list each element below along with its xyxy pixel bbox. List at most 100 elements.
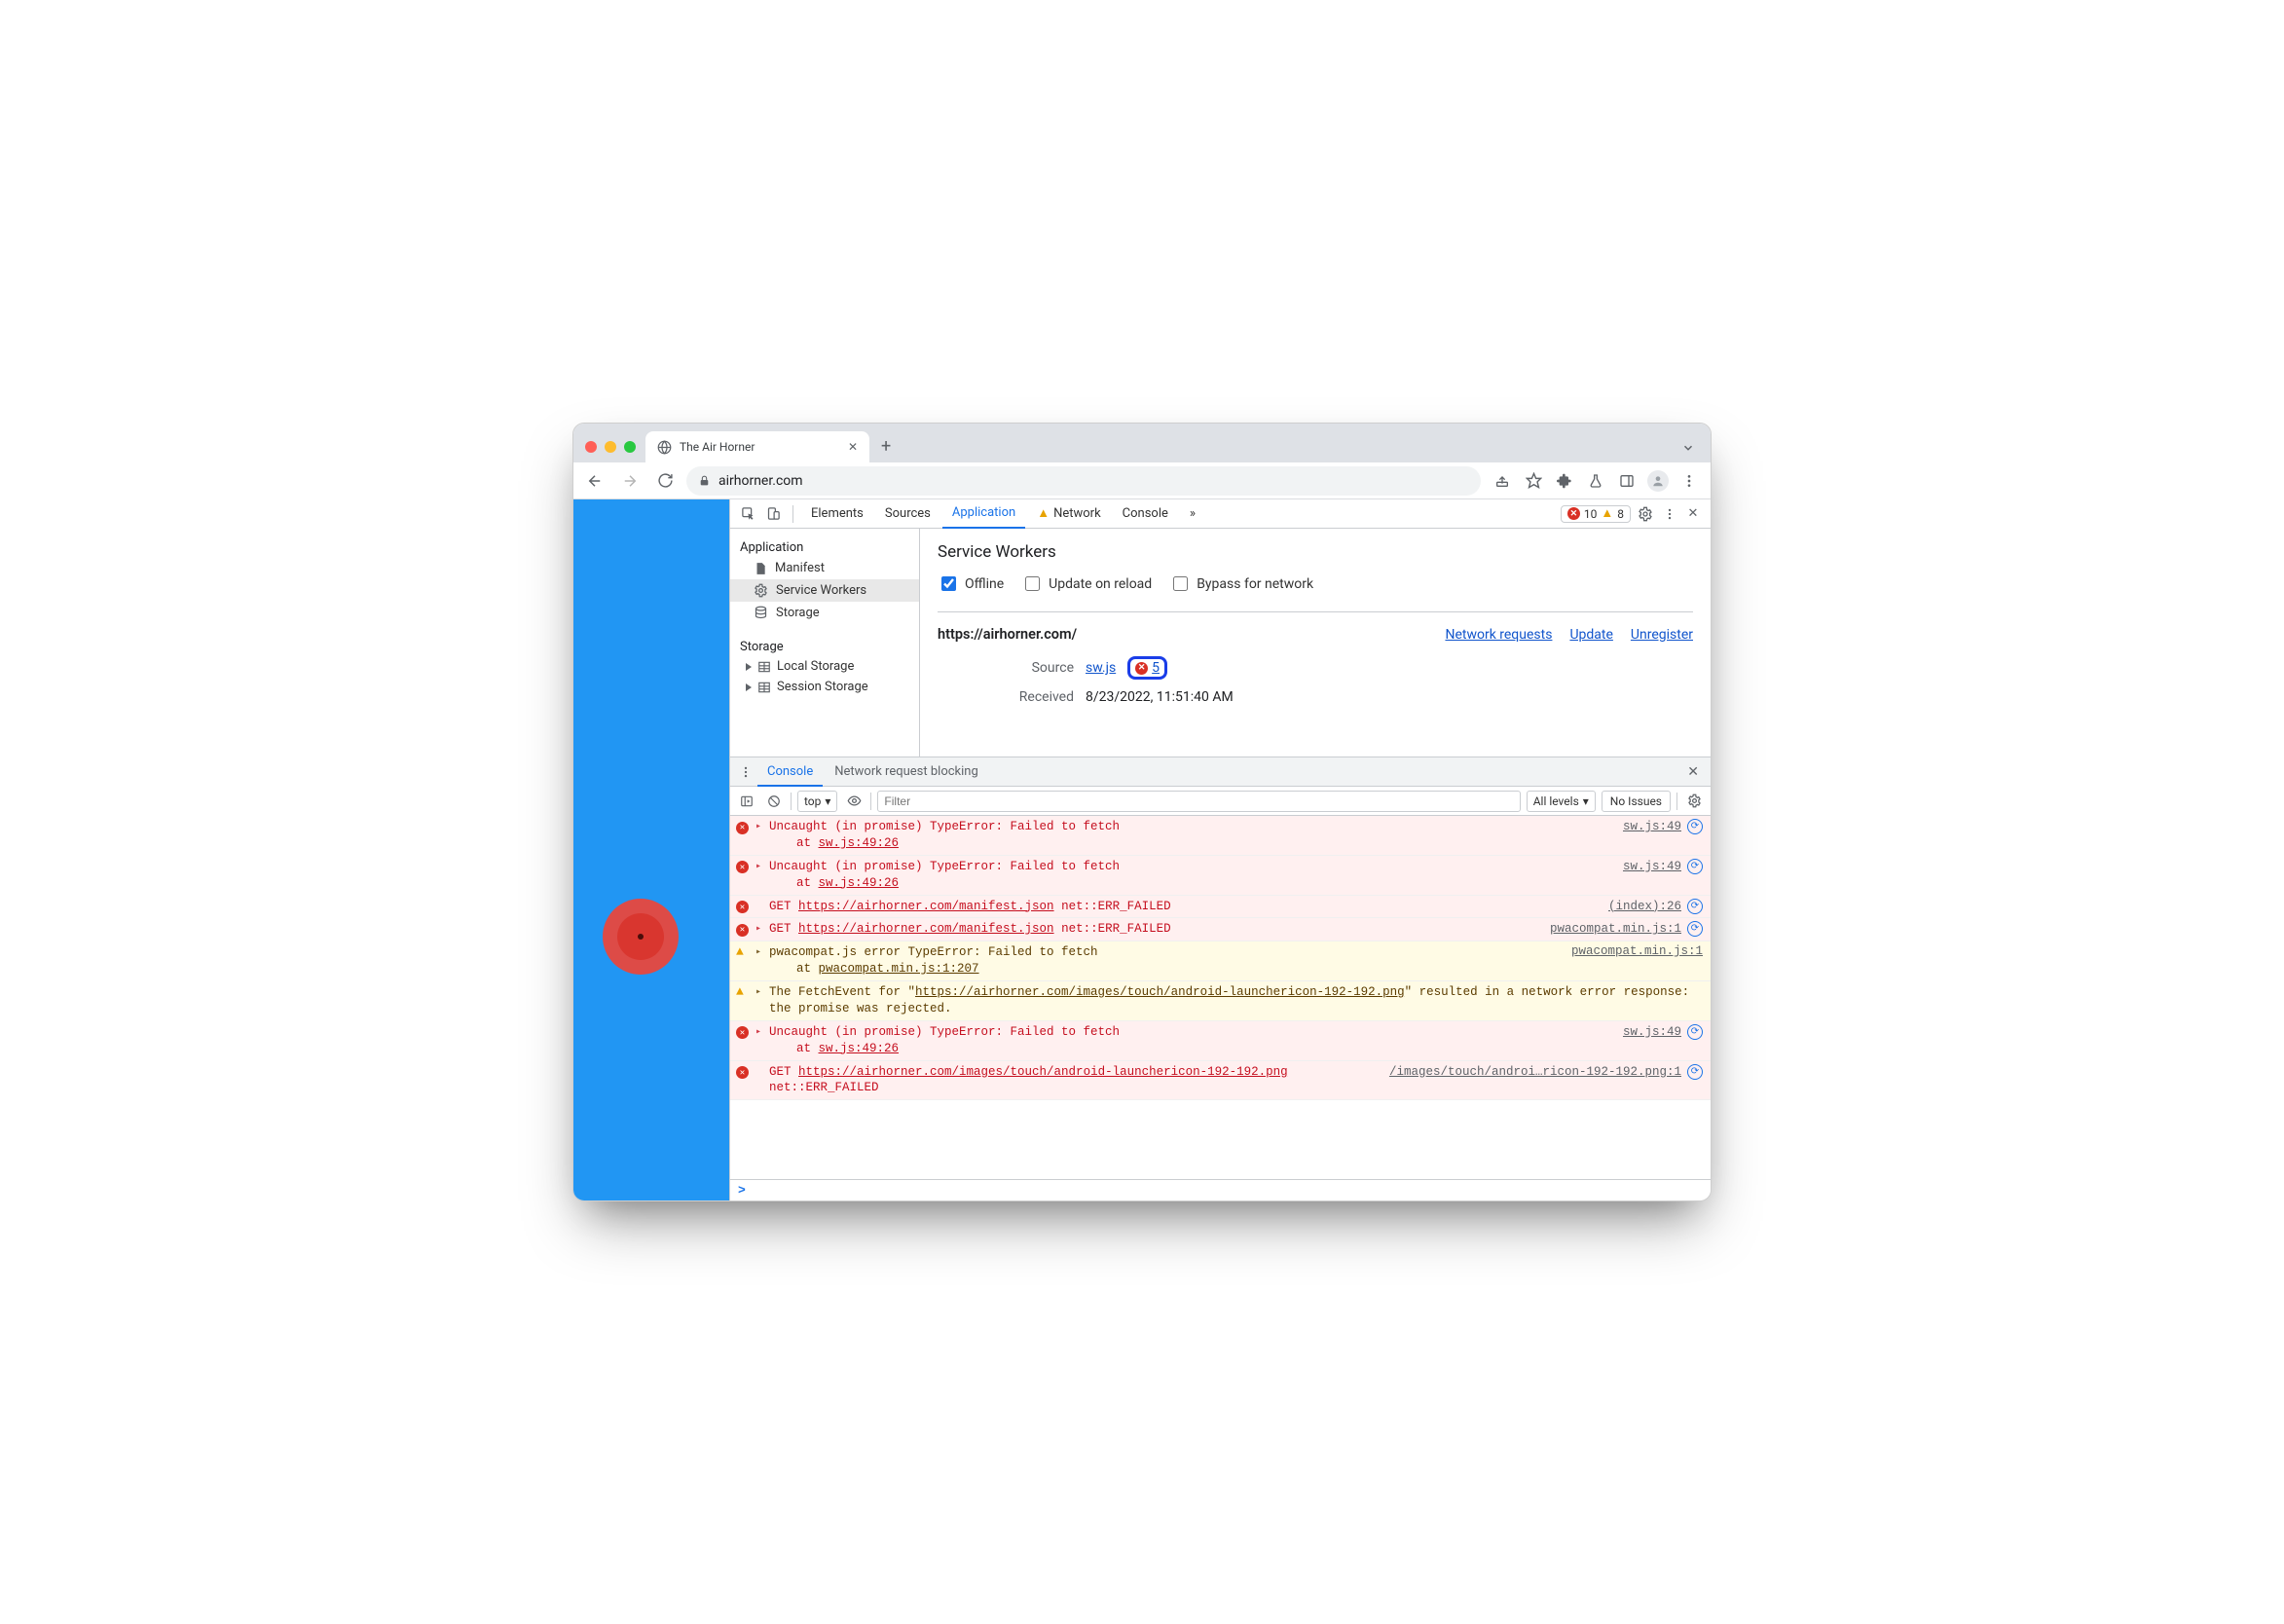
console-settings-icon[interactable]	[1683, 791, 1705, 812]
console-log[interactable]: ✕▸Uncaught (in promise) TypeError: Faile…	[730, 816, 1711, 1179]
tab-elements[interactable]: Elements	[801, 499, 873, 529]
back-button[interactable]	[581, 467, 608, 495]
drawer-tab-console[interactable]: Console	[757, 757, 823, 787]
sw-error-badge[interactable]: ✕ 5	[1127, 656, 1167, 680]
browser-tab[interactable]: The Air Horner ✕	[645, 431, 869, 462]
refresh-icon[interactable]: ⟳	[1687, 899, 1703, 914]
context-selector[interactable]: top ▾	[797, 791, 837, 812]
drawer-more-icon[interactable]	[736, 758, 755, 786]
device-toolbar-icon[interactable]	[761, 502, 785, 526]
forward-button[interactable]	[616, 467, 644, 495]
console-row[interactable]: ▲▸pwacompat.js error TypeError: Failed t…	[730, 941, 1711, 981]
side-panel-icon[interactable]	[1613, 467, 1640, 495]
disclosure-icon[interactable]: ▸	[755, 923, 763, 935]
url-link[interactable]: https://airhorner.com/manifest.json	[798, 922, 1054, 936]
disclosure-icon[interactable]: ▸	[755, 1026, 763, 1038]
new-tab-button[interactable]: +	[873, 436, 899, 462]
network-requests-link[interactable]: Network requests	[1445, 627, 1552, 643]
source-link[interactable]: sw.js:49	[1623, 860, 1681, 873]
source-link[interactable]: pwacompat.min.js:1	[1550, 922, 1681, 936]
filter-input[interactable]	[877, 791, 1520, 812]
drawer-close-icon[interactable]: ✕	[1681, 764, 1705, 780]
update-on-reload-label: Update on reload	[1049, 576, 1152, 592]
bypass-checkbox[interactable]: Bypass for network	[1169, 573, 1313, 594]
disclosure-icon[interactable]: ▸	[755, 986, 763, 998]
stack-link[interactable]: sw.js:49:26	[819, 876, 900, 890]
disclosure-icon[interactable]: ▸	[755, 821, 763, 832]
stack-link[interactable]: sw.js:49:26	[819, 1042, 900, 1055]
error-warning-pill[interactable]: ✕10 ▲8	[1561, 505, 1631, 523]
sidebar-item-session-storage[interactable]: Session Storage	[730, 677, 919, 697]
console-row[interactable]: ▲▸The FetchEvent for "https://airhorner.…	[730, 981, 1711, 1021]
sw-origin: https://airhorner.com/	[938, 626, 1077, 643]
labs-icon[interactable]	[1582, 467, 1609, 495]
close-tab-icon[interactable]: ✕	[848, 440, 858, 454]
close-devtools-icon[interactable]: ✕	[1681, 500, 1705, 528]
reload-button[interactable]	[651, 467, 679, 495]
live-expression-icon[interactable]	[843, 791, 865, 812]
console-filter[interactable]	[877, 791, 1520, 812]
refresh-icon[interactable]: ⟳	[1687, 859, 1703, 874]
maximize-window[interactable]	[624, 441, 636, 453]
refresh-icon[interactable]: ⟳	[1687, 1024, 1703, 1040]
url-link[interactable]: https://airhorner.com/images/touch/andro…	[915, 985, 1405, 999]
disclosure-icon[interactable]: ▸	[755, 861, 763, 872]
sidebar-item-manifest[interactable]: Manifest	[730, 557, 919, 579]
extensions-icon[interactable]	[1551, 467, 1578, 495]
sw-source-row: Source sw.js ✕ 5	[996, 656, 1693, 680]
sidebar-item-service-workers[interactable]: Service Workers	[730, 579, 919, 602]
source-link[interactable]: sw.js:49	[1623, 820, 1681, 833]
console-row[interactable]: ✕▸GET https://airhorner.com/manifest.jso…	[730, 918, 1711, 941]
disclosure-icon[interactable]: ▸	[755, 946, 763, 958]
tabs-overflow[interactable]: »	[1180, 499, 1205, 529]
source-link[interactable]: (index):26	[1608, 900, 1681, 913]
tab-application[interactable]: Application	[942, 499, 1025, 529]
airhorn-button[interactable]	[603, 899, 679, 975]
log-levels-selector[interactable]: All levels ▾	[1527, 791, 1596, 812]
bookmark-icon[interactable]	[1520, 467, 1547, 495]
sw-source-link[interactable]: sw.js	[1086, 660, 1116, 676]
console-row[interactable]: ✕GET https://airhorner.com/images/touch/…	[730, 1061, 1711, 1101]
tab-console[interactable]: Console	[1113, 499, 1178, 529]
clear-console-icon[interactable]	[763, 791, 785, 812]
update-on-reload-checkbox[interactable]: Update on reload	[1021, 573, 1152, 594]
offline-checkbox[interactable]: Offline	[938, 573, 1004, 594]
refresh-icon[interactable]: ⟳	[1687, 1064, 1703, 1080]
share-icon[interactable]	[1489, 467, 1516, 495]
console-row[interactable]: ✕▸Uncaught (in promise) TypeError: Faile…	[730, 816, 1711, 856]
source-link[interactable]: /images/touch/androi…ricon-192-192.png:1	[1389, 1065, 1681, 1079]
tab-network[interactable]: ▲Network	[1027, 499, 1110, 529]
stack-link[interactable]: pwacompat.min.js:1:207	[819, 962, 979, 976]
issues-button[interactable]: No Issues	[1602, 791, 1671, 812]
close-window[interactable]	[585, 441, 597, 453]
more-icon[interactable]	[1660, 500, 1679, 528]
error-icon: ✕	[736, 1026, 749, 1039]
console-sidebar-icon[interactable]	[736, 791, 757, 812]
menu-icon[interactable]	[1676, 467, 1703, 495]
sidebar-item-storage[interactable]: Storage	[730, 602, 919, 624]
console-row[interactable]: ✕GET https://airhorner.com/manifest.json…	[730, 896, 1711, 919]
address-bar[interactable]: airhorner.com	[686, 466, 1481, 496]
profile-icon[interactable]	[1644, 467, 1672, 495]
browser-window: The Air Horner ✕ + airhorner.com	[572, 423, 1712, 1201]
source-link[interactable]: pwacompat.min.js:1	[1571, 944, 1703, 958]
refresh-icon[interactable]: ⟳	[1687, 819, 1703, 834]
settings-icon[interactable]	[1633, 500, 1658, 528]
console-row[interactable]: ✕▸Uncaught (in promise) TypeError: Faile…	[730, 856, 1711, 896]
unregister-link[interactable]: Unregister	[1631, 627, 1693, 643]
url-link[interactable]: https://airhorner.com/images/touch/andro…	[798, 1065, 1288, 1079]
sw-error-count[interactable]: 5	[1152, 660, 1160, 676]
refresh-icon[interactable]: ⟳	[1687, 921, 1703, 937]
update-link[interactable]: Update	[1569, 627, 1612, 643]
console-prompt[interactable]: >	[730, 1179, 1711, 1200]
inspect-icon[interactable]	[736, 502, 759, 526]
tabs-overflow-icon[interactable]	[1674, 441, 1703, 462]
stack-link[interactable]: sw.js:49:26	[819, 836, 900, 850]
drawer-tab-network-blocking[interactable]: Network request blocking	[825, 757, 988, 787]
console-row[interactable]: ✕▸Uncaught (in promise) TypeError: Faile…	[730, 1021, 1711, 1061]
sidebar-item-local-storage[interactable]: Local Storage	[730, 656, 919, 677]
minimize-window[interactable]	[605, 441, 616, 453]
source-link[interactable]: sw.js:49	[1623, 1025, 1681, 1039]
url-link[interactable]: https://airhorner.com/manifest.json	[798, 900, 1054, 913]
tab-sources[interactable]: Sources	[875, 499, 940, 529]
